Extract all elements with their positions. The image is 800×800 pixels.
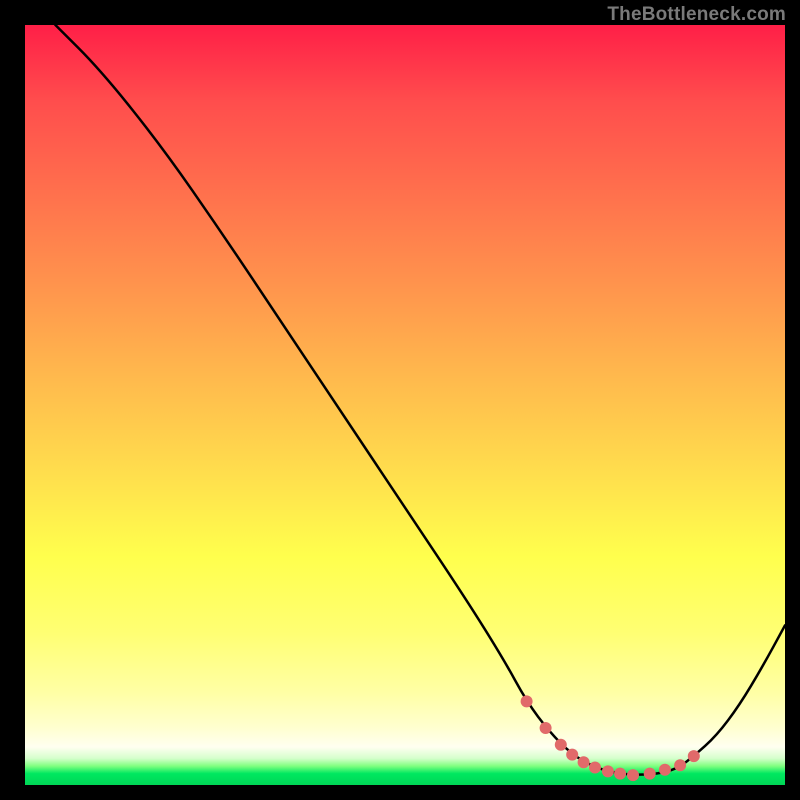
- sweet-spot-dot: [521, 695, 533, 707]
- sweet-spot-dot: [540, 722, 552, 734]
- sweet-spot-dot: [578, 756, 590, 768]
- sweet-spot-dot: [644, 768, 656, 780]
- chart-container: TheBottleneck.com: [0, 0, 800, 800]
- sweet-spot-dot: [602, 765, 614, 777]
- sweet-spot-dot: [589, 762, 601, 774]
- attribution-text: TheBottleneck.com: [607, 4, 786, 26]
- sweet-spot-dot: [659, 764, 671, 776]
- sweet-spot-dot: [566, 749, 578, 761]
- bottleneck-curve: [55, 25, 785, 775]
- sweet-spot-dot: [627, 769, 639, 781]
- sweet-spot-dot: [555, 739, 567, 751]
- curve-layer: [0, 0, 800, 800]
- sweet-spot-dot: [688, 750, 700, 762]
- sweet-spot-dot: [614, 768, 626, 780]
- sweet-spot-dot: [674, 759, 686, 771]
